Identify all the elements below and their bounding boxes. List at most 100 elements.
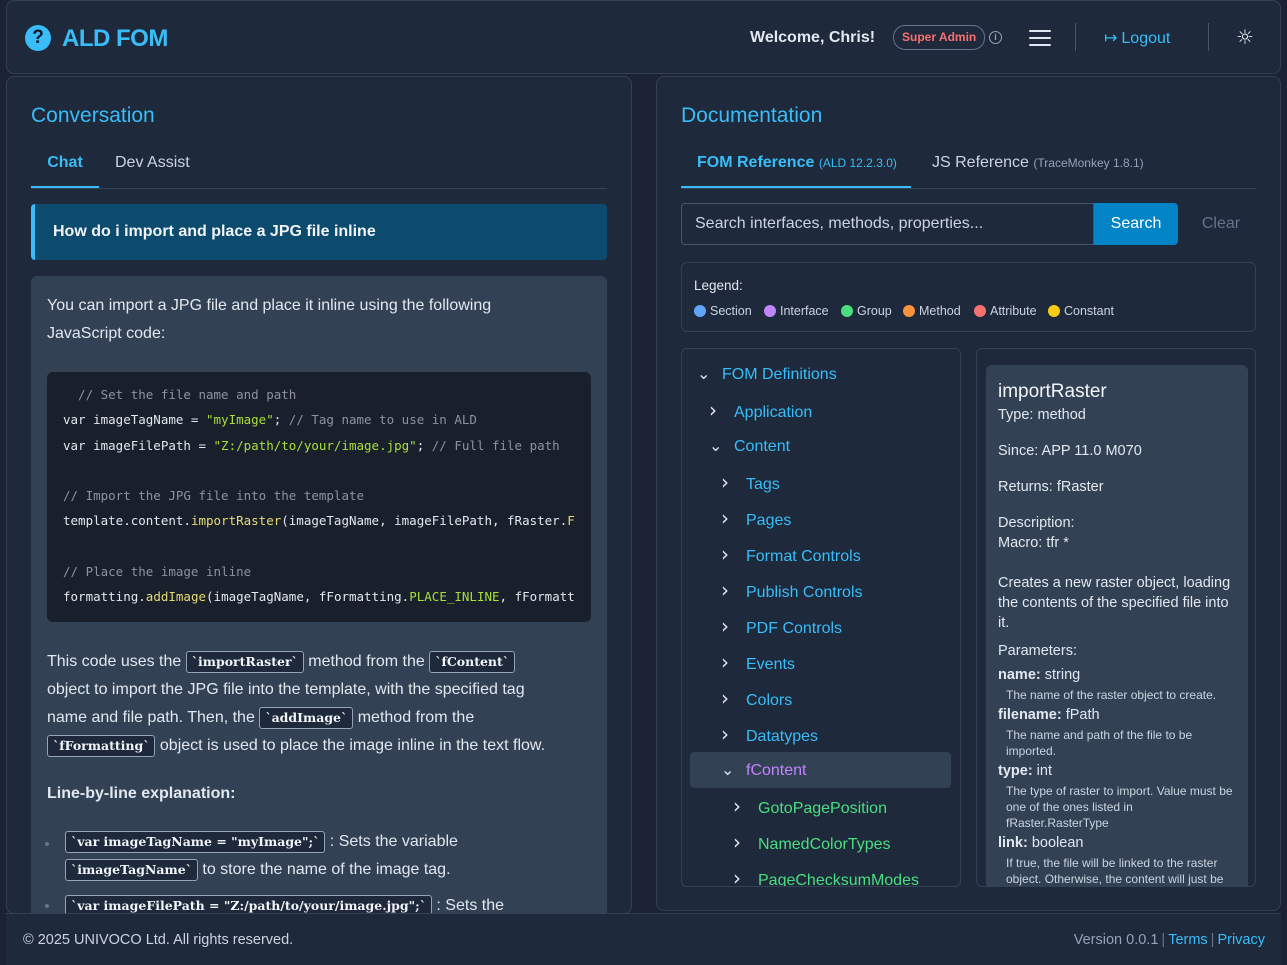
tree-node[interactable]: › Application bbox=[709, 393, 812, 429]
footer: © 2025 UNIVOCO Ltd. All rights reserved.… bbox=[6, 913, 1281, 965]
tree-node[interactable]: › Pages bbox=[721, 501, 791, 537]
tree-node[interactable]: › Publish Controls bbox=[721, 573, 863, 609]
conversation-tabs: Chat Dev Assist bbox=[31, 148, 607, 189]
tree-node[interactable]: › Format Controls bbox=[721, 537, 861, 573]
privacy-link[interactable]: Privacy bbox=[1217, 932, 1265, 948]
version-text: Version 0.0.1 bbox=[1073, 932, 1159, 948]
user-message: How do i import and place a JPG file inl… bbox=[31, 204, 607, 260]
tree-node[interactable]: ⌄ Content bbox=[709, 429, 790, 465]
logout-button[interactable]: ↦ Logout bbox=[1104, 28, 1170, 48]
explanation-text: This code uses the `importRaster` method… bbox=[47, 648, 516, 676]
param-name: type: int bbox=[998, 763, 1052, 779]
tree-node-label: GotoPagePosition bbox=[758, 800, 887, 817]
tab-dev-assist[interactable]: Dev Assist bbox=[115, 148, 190, 188]
tab-chat[interactable]: Chat bbox=[31, 148, 99, 188]
search-input[interactable] bbox=[681, 203, 1094, 245]
chevron-right-icon[interactable]: › bbox=[733, 825, 747, 859]
legend-item-attribute: Attribute bbox=[974, 304, 1037, 318]
tab-fom-reference[interactable]: FOM Reference (ALD 12.2.3.0) bbox=[681, 148, 911, 188]
inline-code: `addImage` bbox=[259, 707, 354, 729]
detail-description: the contents of the specified file into bbox=[998, 595, 1229, 611]
fom-tree: ⌄ FOM Definitions › Application ⌄ Content › Tag… bbox=[681, 348, 961, 887]
documentation-title: Documentation bbox=[681, 104, 823, 127]
chevron-down-icon[interactable]: ⌄ bbox=[697, 361, 711, 387]
chevron-down-icon[interactable]: ⌄ bbox=[709, 433, 723, 459]
tree-node-label: Format Controls bbox=[746, 548, 861, 565]
param-desc: If true, the file will be linked to the … bbox=[1006, 856, 1224, 886]
chevron-right-icon[interactable]: › bbox=[721, 717, 735, 751]
chevron-right-icon[interactable]: › bbox=[709, 393, 723, 427]
bullet-dot bbox=[45, 842, 49, 846]
chevron-right-icon[interactable]: › bbox=[721, 573, 735, 607]
help-circle-icon: ? bbox=[25, 25, 51, 51]
chevron-right-icon[interactable]: › bbox=[721, 465, 735, 499]
chevron-right-icon[interactable]: › bbox=[721, 501, 735, 535]
chevron-right-icon[interactable]: › bbox=[721, 681, 735, 715]
tree-node[interactable]: ⌄ FOM Definitions bbox=[697, 357, 837, 393]
welcome-text: Welcome, Chris! bbox=[750, 29, 876, 46]
code-block[interactable]: // Set the file name and path var imageT… bbox=[47, 372, 591, 622]
legend-item-group: Group bbox=[841, 304, 892, 318]
tree-node[interactable]: ⌄ fContent bbox=[721, 753, 806, 789]
hamburger-menu-icon[interactable] bbox=[1029, 30, 1051, 46]
inline-code: `importRaster` bbox=[185, 651, 304, 673]
bullet-dot bbox=[45, 904, 49, 908]
intro-text: You can import a JPG file and place it i… bbox=[47, 297, 492, 314]
tree-node-label: FOM Definitions bbox=[722, 366, 837, 383]
param-desc: The name and path of the file to be impo… bbox=[1006, 728, 1193, 758]
tree-node-label: Colors bbox=[746, 692, 793, 709]
list-item: `imageTagName` to store the name of the … bbox=[65, 856, 451, 884]
theme-toggle-sun-icon[interactable]: ☼ bbox=[1235, 27, 1255, 47]
tree-node[interactable]: › GotoPagePosition bbox=[733, 789, 887, 825]
tree-node-label: Tags bbox=[746, 476, 780, 493]
header-divider bbox=[1075, 23, 1076, 51]
chevron-right-icon[interactable]: › bbox=[721, 645, 735, 679]
chevron-down-icon[interactable]: ⌄ bbox=[721, 757, 735, 783]
tree-node[interactable]: › Tags bbox=[721, 465, 780, 501]
tab-js-reference[interactable]: JS Reference (TraceMonkey 1.8.1) bbox=[932, 148, 1144, 188]
detail-description: Creates a new raster object, loading bbox=[998, 575, 1231, 591]
documentation-panel: Documentation FOM Reference (ALD 12.2.3.… bbox=[656, 76, 1281, 911]
param-name: link: boolean bbox=[998, 835, 1084, 851]
explanation-text: name and file path. Then, the `addImage`… bbox=[47, 704, 474, 732]
conversation-title: Conversation bbox=[31, 104, 155, 127]
footer-links: Version 0.0.1 | Terms | Privacy bbox=[1073, 932, 1265, 948]
tree-node[interactable]: › Events bbox=[721, 645, 795, 681]
tree-node[interactable]: › PDF Controls bbox=[721, 609, 842, 645]
detail-name: importRaster bbox=[998, 381, 1107, 402]
list-item: `var imageTagName = "myImage";` : Sets t… bbox=[65, 828, 458, 856]
inline-code: `var imageFilePath = "Z:/path/to/your/im… bbox=[65, 895, 432, 913]
inline-code: `fFormatting` bbox=[47, 735, 156, 757]
code-line: var imageTagName = "myImage"; // Tag nam… bbox=[63, 412, 477, 427]
detail-type: Type: method bbox=[998, 407, 1086, 423]
info-icon[interactable]: i bbox=[989, 31, 1002, 44]
tree-node[interactable]: › PageChecksumModes bbox=[733, 861, 919, 887]
chevron-right-icon[interactable]: › bbox=[733, 861, 747, 886]
detail-returns: Returns: fRaster bbox=[998, 479, 1104, 495]
chevron-right-icon[interactable]: › bbox=[721, 537, 735, 571]
logout-label: Logout bbox=[1121, 30, 1171, 47]
search-button[interactable]: Search bbox=[1094, 203, 1178, 245]
chevron-right-icon[interactable]: › bbox=[733, 789, 747, 823]
tree-node-label: Publish Controls bbox=[746, 584, 863, 601]
explanation-text: `fFormatting` object is used to place th… bbox=[47, 732, 545, 760]
terms-link[interactable]: Terms bbox=[1168, 932, 1207, 948]
tree-node[interactable]: › Colors bbox=[721, 681, 792, 717]
tree-node[interactable]: › Datatypes bbox=[721, 717, 818, 753]
code-comment: // Import the JPG file into the template bbox=[63, 488, 365, 503]
inline-code: `imageTagName` bbox=[65, 859, 198, 881]
legend-dot bbox=[1048, 305, 1060, 317]
tree-node-label: Events bbox=[746, 656, 795, 673]
tree-node-label: Pages bbox=[746, 512, 792, 529]
assistant-message: You can import a JPG file and place it i… bbox=[31, 276, 607, 913]
app-title[interactable]: ALD FOM bbox=[62, 25, 168, 53]
chevron-right-icon[interactable]: › bbox=[721, 609, 735, 643]
tree-node-label: PDF Controls bbox=[746, 620, 843, 637]
legend: Legend: Section Interface Group Method A… bbox=[681, 262, 1256, 332]
tree-node[interactable]: › NamedColorTypes bbox=[733, 825, 891, 861]
logout-icon: ↦ bbox=[1104, 28, 1118, 47]
detail-description: it. bbox=[998, 615, 1010, 631]
detail-card: importRaster Type: method Since: APP 11.… bbox=[986, 365, 1248, 886]
tree-node-label: PageChecksumModes bbox=[758, 872, 919, 887]
clear-button[interactable]: Clear bbox=[1191, 203, 1251, 245]
